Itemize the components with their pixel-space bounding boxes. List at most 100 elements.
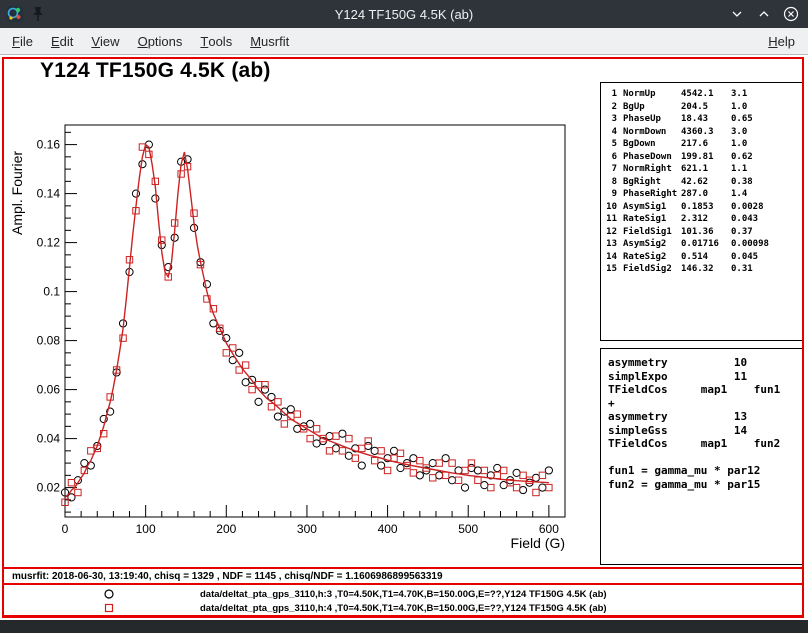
param-name: RateSig2 [623,251,681,264]
param-error: 3.1 [731,88,802,101]
param-n: 11 [603,213,623,226]
svg-text:0.06: 0.06 [37,383,61,397]
param-value: 204.5 [681,101,731,114]
menu-help[interactable]: Help [759,28,804,54]
series-circles-h3 [61,141,552,501]
svg-text:400: 400 [378,522,398,536]
theory-line: asymmetry 10 [608,356,802,370]
param-value: 101.36 [681,226,731,239]
param-row-RateSig1: 11RateSig12.3120.043 [603,213,802,226]
param-error: 3.0 [731,126,802,139]
svg-text:0.16: 0.16 [37,138,61,152]
menu-view[interactable]: View [82,28,128,54]
param-n: 10 [603,201,623,214]
param-name: PhaseDown [623,151,681,164]
param-n: 9 [603,188,623,201]
minimize-button[interactable] [728,5,746,23]
window-controls [728,5,800,23]
root-canvas[interactable]: Y124 TF150G 4.5K (ab) 0.02 0.04 0.06 0.08 0.… [0,55,808,620]
titlebar[interactable]: Y124 TF150G 4.5K (ab) [0,0,808,28]
param-error: 1.0 [731,138,802,151]
svg-text:0.04: 0.04 [37,432,61,446]
param-value: 199.81 [681,151,731,164]
param-value: 4360.3 [681,126,731,139]
menu-options[interactable]: Options [129,28,192,54]
param-error: 0.00098 [731,238,802,251]
stats-pad: musrfit: 2018-06-30, 13:19:40, chisq = 1… [2,567,804,584]
param-n: 5 [603,138,623,151]
svg-text:100: 100 [136,522,156,536]
theory-line: TFieldCos map1 fun2 [608,437,802,451]
maximize-icon [757,7,771,21]
param-row-PhaseDown: 6PhaseDown199.810.62 [603,151,802,164]
param-value: 0.01716 [681,238,731,251]
theory-line: fun2 = gamma_mu * par15 [608,478,802,492]
theory-line: simplExpo 11 [608,370,802,384]
param-error: 0.045 [731,251,802,264]
param-row-NormUp: 1NormUp4542.13.1 [603,88,802,101]
parameter-rows: 1NormUp4542.13.12BgUp204.51.03PhaseUp18.… [603,88,802,276]
theory-line: + [608,397,802,411]
svg-text:300: 300 [297,522,317,536]
param-value: 146.32 [681,263,731,276]
svg-text:0.12: 0.12 [37,236,61,250]
param-error: 1.1 [731,163,802,176]
svg-text:0: 0 [62,522,69,536]
param-row-FieldSig2: 15FieldSig2146.320.31 [603,263,802,276]
y-axis: 0.020.040.060.080.10.120.140.16 [37,132,77,512]
param-row-NormDown: 4NormDown4360.33.0 [603,126,802,139]
param-n: 8 [603,176,623,189]
param-row-PhaseUp: 3PhaseUp18.430.65 [603,113,802,126]
titlebar-icons [6,5,46,23]
param-error: 1.0 [731,101,802,114]
svg-text:200: 200 [216,522,236,536]
fit-line [65,145,549,498]
param-n: 1 [603,88,623,101]
menu-file[interactable]: File [3,28,42,54]
legend-pad: data/deltat_pta_gps_3110,h:3 ,T0=4.50K,T… [2,584,804,616]
app-icon [6,5,24,23]
param-n: 15 [603,263,623,276]
menu-musrfit[interactable]: Musrfit [241,28,298,54]
legend-marker-square-icon [103,602,115,614]
param-row-NormRight: 7NormRight621.11.1 [603,163,802,176]
svg-text:0.08: 0.08 [37,334,61,348]
svg-text:0.14: 0.14 [37,187,61,201]
window-title: Y124 TF150G 4.5K (ab) [0,7,808,22]
bottom-panel [0,620,808,633]
theory-line [608,451,802,465]
param-name: FieldSig2 [623,263,681,276]
param-n: 4 [603,126,623,139]
maximize-button[interactable] [755,5,773,23]
param-n: 7 [603,163,623,176]
menu-tools[interactable]: Tools [191,28,241,54]
pin-icon[interactable] [30,6,46,22]
svg-text:500: 500 [458,522,478,536]
menu-edit[interactable]: Edit [42,28,82,54]
legend-row: data/deltat_pta_gps_3110,h:4 ,T0=4.50K,T… [3,601,803,615]
plot-title: Y124 TF150G 4.5K (ab) [40,59,271,83]
param-n: 6 [603,151,623,164]
param-n: 12 [603,226,623,239]
menubar-items: FileEditViewOptionsToolsMusrfit [0,28,298,54]
param-error: 0.37 [731,226,802,239]
close-icon [783,6,799,22]
param-error: 1.4 [731,188,802,201]
param-n: 13 [603,238,623,251]
param-error: 0.62 [731,151,802,164]
param-row-BgDown: 5BgDown217.61.0 [603,138,802,151]
y-axis-title: Ampl. Fourier [9,151,25,235]
param-value: 0.514 [681,251,731,264]
param-n: 14 [603,251,623,264]
svg-text:600: 600 [539,522,559,536]
param-row-BgRight: 8BgRight42.620.38 [603,176,802,189]
param-name: AsymSig2 [623,238,681,251]
close-button[interactable] [782,5,800,23]
param-value: 18.43 [681,113,731,126]
param-value: 0.1853 [681,201,731,214]
legend-row: data/deltat_pta_gps_3110,h:3 ,T0=4.50K,T… [3,587,803,601]
fourier-plot[interactable]: 0.020.040.060.080.10.120.140.16010020030… [6,85,598,565]
param-error: 0.65 [731,113,802,126]
svg-text:0.02: 0.02 [37,481,61,495]
series-squares-h4 [62,144,552,506]
